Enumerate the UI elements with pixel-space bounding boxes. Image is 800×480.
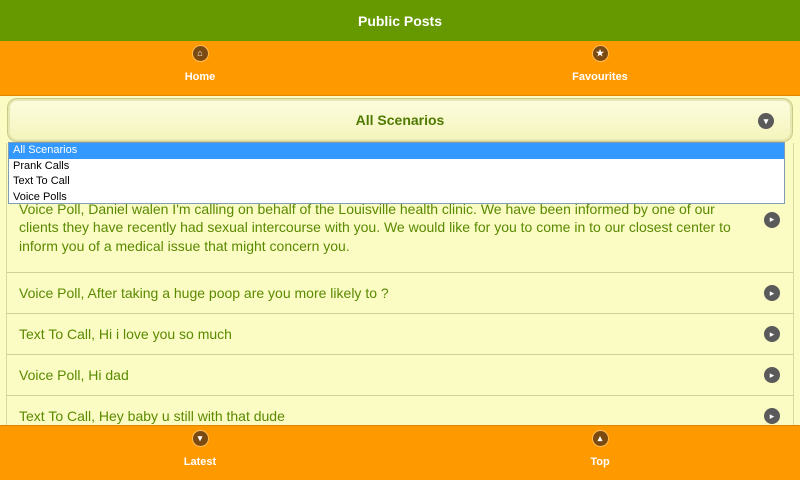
favourites-tab[interactable]: ★ Favourites [400,41,800,95]
chevron-down-icon: ▾ [192,431,208,446]
home-tab-label: Home [184,71,216,83]
top-nav-bar: ⌂ Home ★ Favourites [0,41,800,96]
scenario-option[interactable]: All Scenarios [9,143,784,159]
chevron-right-icon: ▸ [764,285,780,301]
chevron-right-icon: ▸ [764,367,780,383]
post-text: Voice Poll, Hi dad [19,366,129,383]
scenario-option[interactable]: Text To Call [9,174,784,190]
post-item[interactable]: Voice Poll, Hi dad ▸ [6,355,794,396]
app-title-bar: Public Posts [0,0,800,41]
top-tab[interactable]: ▴ Top [400,426,800,480]
scenario-options-list: All Scenarios Prank Calls Text To Call V… [8,142,785,204]
scenario-filter-value: All Scenarios [355,112,445,128]
post-text: Voice Poll, After taking a huge poop are… [19,284,389,301]
page-title: Public Posts [357,12,443,29]
scenario-option[interactable]: Prank Calls [9,159,784,175]
post-item[interactable]: Text To Call, Hi i love you so much ▸ [6,314,794,355]
post-text: Text To Call, Hey baby u still with that… [19,407,285,424]
post-item[interactable]: Text To Call, Hey baby u still with that… [6,396,794,425]
home-tab[interactable]: ⌂ Home [0,41,400,95]
post-text: Voice Poll, Daniel walen I'm calling on … [19,200,731,254]
scenario-option[interactable]: Voice Polls [9,190,784,206]
chevron-up-icon: ▴ [592,431,608,446]
post-item[interactable]: Voice Poll, After taking a huge poop are… [6,273,794,314]
home-icon: ⌂ [192,46,208,61]
star-icon: ★ [592,46,608,61]
top-tab-label: Top [590,456,610,468]
chevron-right-icon: ▸ [764,326,780,342]
latest-tab-label: Latest [183,456,217,468]
latest-tab[interactable]: ▾ Latest [0,426,400,480]
chevron-right-icon: ▸ [764,408,780,424]
chevron-right-icon: ▸ [764,211,780,228]
chevron-down-icon: ▾ [758,113,774,129]
post-text: Text To Call, Hi i love you so much [19,325,232,342]
bottom-nav-bar: ▾ Latest ▴ Top [0,425,800,480]
favourites-tab-label: Favourites [572,71,628,83]
scenario-filter-select[interactable]: All Scenarios ▾ [7,98,793,142]
